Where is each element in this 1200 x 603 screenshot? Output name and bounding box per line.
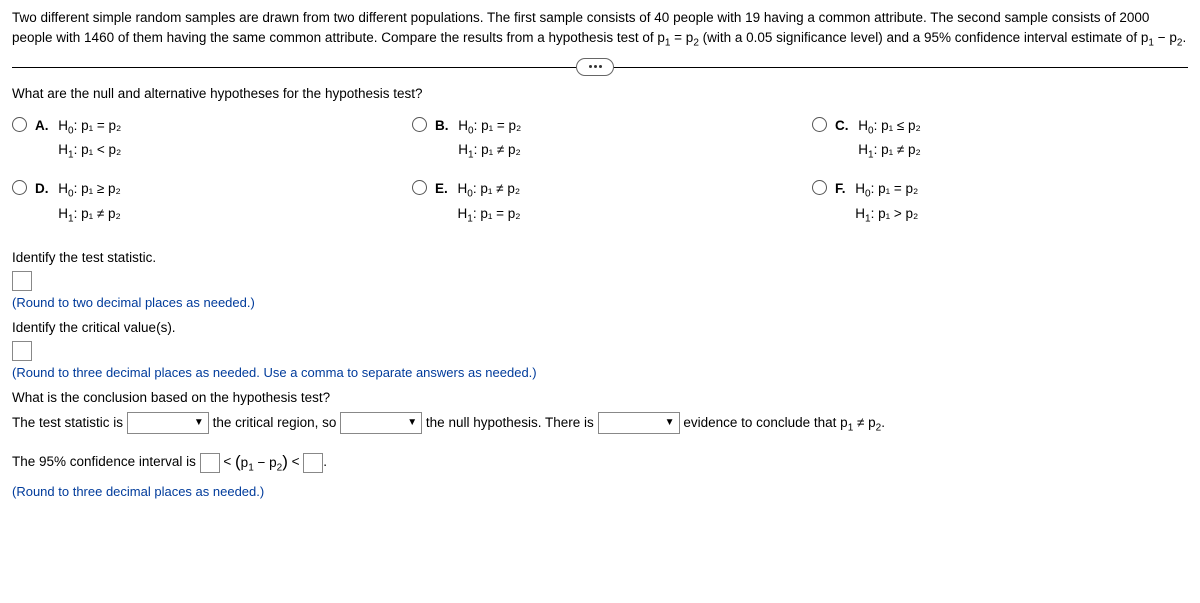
round-three-note: (Round to three decimal places as needed… <box>12 484 1188 499</box>
radio-icon[interactable] <box>812 117 827 132</box>
choice-e[interactable]: E. H0: p₁ ≠ p₂ E. H1: p₁ = p₂ <box>412 178 752 227</box>
radio-icon[interactable] <box>412 180 427 195</box>
question-hypotheses: What are the null and alternative hypoth… <box>12 86 1188 101</box>
ci-upper-input[interactable] <box>303 453 323 473</box>
choice-d[interactable]: D. H0: p₁ ≥ p₂ D. H1: p₁ ≠ p₂ <box>12 178 352 227</box>
chevron-down-icon: ▼ <box>194 414 204 432</box>
chevron-down-icon: ▼ <box>407 414 417 432</box>
choice-a[interactable]: A. H0: p₁ = p₂ A. H1: p₁ < p₂ <box>12 115 352 164</box>
critical-value-input[interactable] <box>12 341 32 361</box>
ci-sentence: The 95% confidence interval is < (p1 − p… <box>12 447 1188 478</box>
identify-critical-values-label: Identify the critical value(s). <box>12 320 1188 335</box>
choice-grid: A. H0: p₁ = p₂ A. H1: p₁ < p₂ D. H0: p₁ … <box>12 115 1188 242</box>
choice-label: B. <box>435 118 449 133</box>
problem-statement: Two different simple random samples are … <box>12 8 1188 51</box>
round-two-note: (Round to two decimal places as needed.) <box>12 295 1188 310</box>
choice-label: A. <box>35 118 49 133</box>
choice-label: F. <box>835 181 846 196</box>
radio-icon[interactable] <box>12 180 27 195</box>
chevron-down-icon: ▼ <box>665 414 675 432</box>
divider <box>12 67 1188 68</box>
choice-b[interactable]: B. H0: p₁ = p₂ B. H1: p₁ ≠ p₂ <box>412 115 752 164</box>
radio-icon[interactable] <box>812 180 827 195</box>
evidence-dropdown[interactable]: ▼ <box>598 412 680 434</box>
radio-icon[interactable] <box>412 117 427 132</box>
in-out-dropdown[interactable]: ▼ <box>127 412 209 434</box>
choice-c[interactable]: C. H0: p₁ ≤ p₂ C. H1: p₁ ≠ p₂ <box>812 115 1152 164</box>
identify-test-statistic-label: Identify the test statistic. <box>12 250 1188 265</box>
conclusion-sentence: The test statistic is ▼ the critical reg… <box>12 411 1188 438</box>
round-three-comma-note: (Round to three decimal places as needed… <box>12 365 1188 380</box>
conclusion-question: What is the conclusion based on the hypo… <box>12 390 1188 405</box>
reject-fail-dropdown[interactable]: ▼ <box>340 412 422 434</box>
choice-label: E. <box>435 181 448 196</box>
choice-f[interactable]: F. H0: p₁ = p₂ F. H1: p₁ > p₂ <box>812 178 1152 227</box>
ci-lower-input[interactable] <box>200 453 220 473</box>
more-icon[interactable] <box>576 58 614 76</box>
choice-label: C. <box>835 118 849 133</box>
choice-label: D. <box>35 181 49 196</box>
test-statistic-input[interactable] <box>12 271 32 291</box>
radio-icon[interactable] <box>12 117 27 132</box>
